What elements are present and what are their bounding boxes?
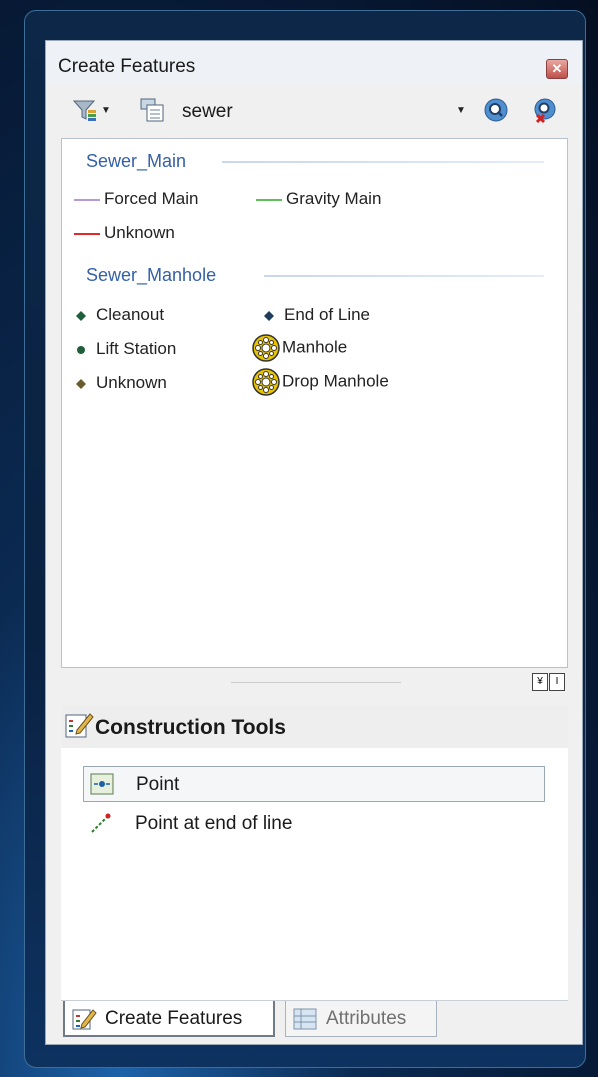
group-header-sewer-manhole: Sewer_Manhole: [86, 265, 217, 285]
search-icon[interactable]: [483, 97, 509, 123]
template-end-of-line[interactable]: End of Line: [264, 305, 370, 325]
tool-label: Point at end of line: [135, 813, 293, 834]
template-gravity-main[interactable]: Gravity Main: [256, 189, 381, 209]
template-label: Forced Main: [104, 189, 199, 208]
toolbar: ▼ sewer ▼: [46, 89, 582, 131]
collapse-icon: ¥: [537, 676, 543, 687]
point-tool-icon: [90, 773, 114, 795]
line-symbol: [74, 198, 100, 201]
template-label: End of Line: [284, 305, 371, 324]
tab-create-features[interactable]: Create Features: [63, 1001, 275, 1037]
point-at-end-of-line-icon: [91, 813, 111, 833]
template-unknown-manhole[interactable]: Unknown: [76, 373, 167, 393]
template-label: Unknown: [104, 223, 175, 242]
tool-label: Point: [136, 774, 180, 795]
feature-templates-list: Sewer_Main Forced Main Gravity Main Unkn…: [61, 138, 568, 668]
point-symbol: [264, 310, 274, 321]
close-button[interactable]: ✕: [546, 59, 568, 79]
manhole-symbol: [252, 368, 280, 396]
tab-attributes[interactable]: Attributes: [285, 1001, 437, 1037]
clear-search-icon[interactable]: [531, 97, 559, 125]
group-divider: [222, 161, 544, 163]
restore-icon: I: [555, 676, 559, 687]
template-manhole[interactable]: Manhole: [252, 334, 347, 362]
title-bar: Create Features ✕: [46, 41, 582, 83]
construction-tools-title: Construction Tools: [95, 716, 286, 739]
tool-point-at-end-of-line[interactable]: Point at end of line: [83, 806, 545, 842]
template-cleanout[interactable]: Cleanout: [76, 305, 164, 325]
panel-splitter[interactable]: ¥ I: [61, 669, 568, 697]
template-drop-manhole[interactable]: Drop Manhole: [252, 368, 389, 396]
collapse-button[interactable]: ¥: [532, 673, 548, 691]
template-label: Gravity Main: [286, 189, 382, 208]
splitter-buttons: ¥ I: [532, 673, 568, 693]
tool-point[interactable]: Point: [83, 766, 545, 802]
manhole-symbol: [252, 334, 280, 362]
construction-tools-list: Point Point at end of line: [61, 748, 568, 1000]
filter-dropdown-arrow[interactable]: ▼: [101, 105, 111, 116]
template-lift-station[interactable]: Lift Station: [76, 339, 176, 359]
group-header-sewer-main: Sewer_Main: [86, 151, 187, 171]
construction-tools-icon: [65, 713, 94, 738]
bottom-tabs: Create Features Attributes: [61, 1000, 568, 1040]
point-symbol: [77, 345, 85, 354]
window-title: Create Features: [58, 56, 196, 77]
tab-label: Attributes: [326, 1008, 407, 1029]
splitter-grip[interactable]: [231, 682, 401, 683]
attributes-icon: [293, 1008, 317, 1030]
tab-label: Create Features: [105, 1008, 243, 1029]
close-icon: ✕: [551, 61, 563, 76]
template-unknown-main[interactable]: Unknown: [74, 223, 175, 243]
template-label: Lift Station: [96, 339, 177, 358]
restore-button[interactable]: I: [549, 673, 565, 691]
template-label: Manhole: [282, 337, 348, 357]
line-symbol: [74, 232, 100, 235]
construction-tools-header: Construction Tools: [61, 706, 568, 748]
group-divider: [264, 275, 544, 277]
layer-list-icon[interactable]: [139, 97, 165, 123]
point-symbol: [76, 310, 86, 321]
create-features-icon: [72, 1009, 97, 1030]
template-label: Unknown: [96, 373, 167, 392]
line-symbol: [256, 198, 282, 201]
template-filter-icon[interactable]: [72, 97, 98, 123]
template-label: Drop Manhole: [282, 371, 389, 391]
layer-dropdown-value[interactable]: sewer: [182, 101, 233, 123]
template-forced-main[interactable]: Forced Main: [74, 189, 198, 209]
layer-dropdown-arrow[interactable]: ▼: [456, 105, 466, 116]
point-symbol: [76, 378, 86, 389]
create-features-window: Create Features ✕ ▼ sewer ▼ Sewer_Main F…: [45, 40, 583, 1045]
template-label: Cleanout: [96, 305, 165, 324]
